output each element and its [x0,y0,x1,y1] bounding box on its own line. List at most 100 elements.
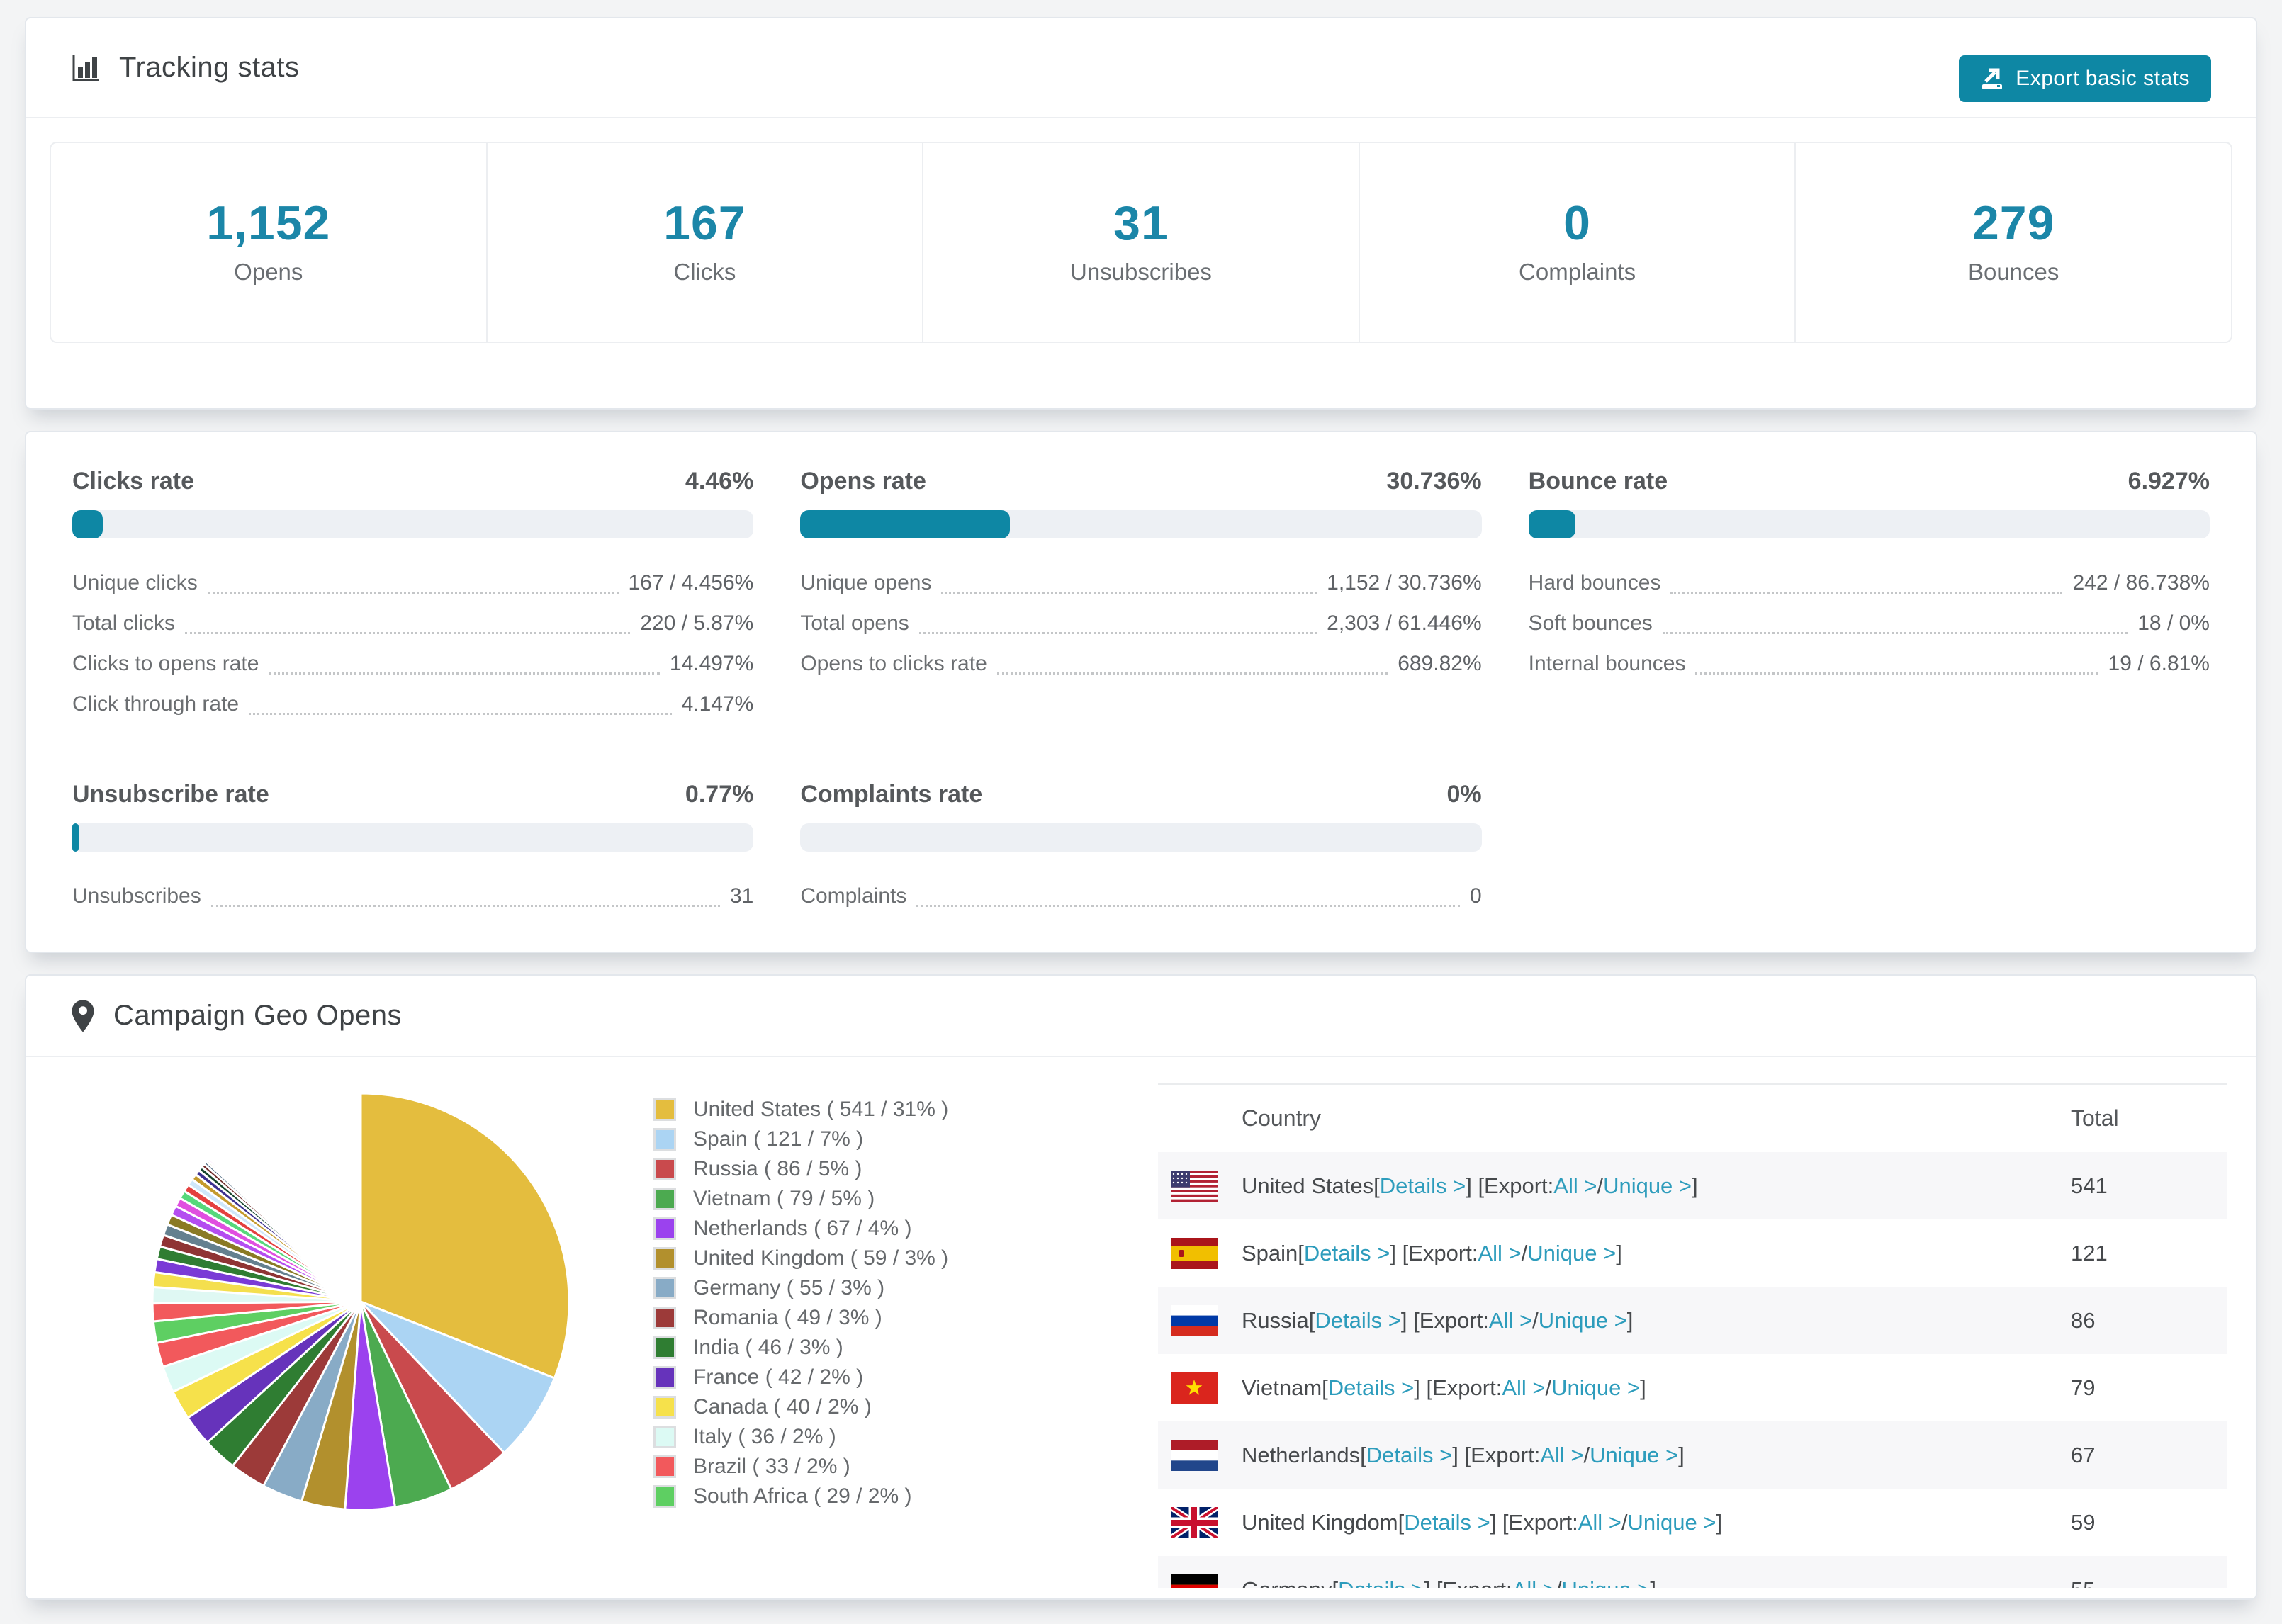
bracket: ] [Export: [1414,1375,1502,1400]
pie-svg [151,1092,570,1511]
export-unique-link[interactable]: Unique > [1551,1375,1640,1401]
legend-swatch-romania [653,1307,676,1329]
export-unique-link[interactable]: Unique > [1527,1241,1616,1266]
details-link[interactable]: Details > [1315,1308,1400,1333]
legend-label: Brazil ( 33 / 2% ) [693,1455,850,1478]
dotted-leader [249,694,672,715]
slash: / [1532,1307,1539,1333]
geo-cell-country: United States [Details >] [Export: All >… [1158,1152,2071,1219]
bracket: [ [1298,1240,1304,1265]
rate-progressbar-fill [1528,510,1576,538]
legend-label: Vietnam ( 79 / 5% ) [693,1187,875,1210]
geo-cell-total: 59 [2071,1509,2096,1535]
legend-swatch-germany [653,1277,676,1299]
geo-row-netherlands: Netherlands [Details >] [Export: All > /… [1158,1421,2227,1489]
legend-label: Russia ( 86 / 5% ) [693,1157,862,1180]
rate-row-value: 18 / 0% [2137,611,2210,635]
geo-cell-country: United Kingdom [Details >] [Export: All … [1158,1489,2071,1556]
tracking-stats-header: Tracking stats Export basic stats [26,18,2256,118]
rate-row-unsubscribes: Unsubscribes 31 [72,876,753,916]
geo-pie-chart [148,1089,573,1514]
details-link[interactable]: Details > [1404,1510,1490,1535]
geo-col-country: Country [1242,1105,1322,1131]
rate-progressbar-fill [72,510,103,538]
rate-row-label: Complaints [800,884,907,908]
legend-label: United Kingdom ( 59 / 3% ) [693,1246,949,1270]
geo-table: Country Total United States [Details >] … [1158,1085,2227,1588]
bracket: [ [1332,1577,1338,1589]
rate-head-opens-rate: Opens rate 30.736% [800,466,1481,496]
rate-block-unsubscribe-rate: Unsubscribe rate 0.77% Unsubscribes 31 [72,779,754,916]
country-name: Spain [1242,1240,1298,1265]
flag-nl-icon [1171,1439,1242,1471]
rate-row-click-through-rate: Click through rate 4.147% [72,684,753,724]
export-all-link[interactable]: All > [1502,1375,1545,1401]
bar-chart-icon [71,53,101,83]
dotted-leader [918,613,1317,634]
flag-ru-icon [1171,1304,1242,1336]
rate-row-label: Click through rate [72,692,240,716]
rate-row-hard-bounces: Hard bounces 242 / 86.738% [1529,563,2210,603]
details-link[interactable]: Details > [1338,1577,1424,1589]
country-cell: United Kingdom [Details >] [Export: All … [1158,1506,2071,1538]
stat-complaints: 0 Complaints [1358,143,1795,342]
rate-value-label: 30.736% [1386,468,1482,495]
export-unique-link[interactable]: Unique > [1628,1510,1716,1535]
export-unique-link[interactable]: Unique > [1603,1173,1692,1199]
export-all-link[interactable]: All > [1578,1510,1621,1535]
legend-item-spain: Spain ( 121 / 7% ) [653,1124,948,1154]
export-all-link[interactable]: All > [1540,1443,1583,1468]
export-all-link[interactable]: All > [1553,1173,1597,1199]
geo-table-wrap: Country Total United States [Details >] … [1158,1083,2227,1588]
export-all-link[interactable]: All > [1478,1241,1521,1266]
rate-row-label: Clicks to opens rate [72,651,259,675]
slash: / [1597,1173,1604,1198]
rate-progressbar [800,823,1482,852]
export-unique-link[interactable]: Unique > [1590,1443,1678,1468]
country-name: Germany [1242,1577,1332,1589]
geo-row-spain: Spain [Details >] [Export: All > / Uniqu… [1158,1219,2227,1287]
rates-grid: Clicks rate 4.46% Unique clicks 167 / 4.456… [72,466,2210,916]
export-icon [1980,67,2004,91]
rate-row-label: Unsubscribes [72,884,201,908]
country-cell: United States [Details >] [Export: All >… [1158,1170,2071,1202]
legend-item-romania: Romania ( 49 / 3% ) [653,1303,948,1333]
legend-item-united-kingdom: United Kingdom ( 59 / 3% ) [653,1244,948,1273]
geo-cell-total: 541 [2071,1173,2108,1198]
bracket: ] [Export: [1452,1442,1541,1467]
country-cell: Spain [Details >] [Export: All > / Uniqu… [1158,1237,2071,1269]
rate-row-complaints: Complaints 0 [800,876,1481,916]
legend-swatch-india [653,1336,676,1359]
bracket: ] [Export: [1400,1307,1489,1333]
bracket: ] [Export: [1424,1577,1512,1589]
legend-item-germany: Germany ( 55 / 3% ) [653,1273,948,1303]
rate-row-unique-opens: Unique opens 1,152 / 30.736% [800,563,1481,603]
export-all-link[interactable]: All > [1489,1308,1532,1333]
rate-title-label: Clicks rate [72,468,194,495]
rate-value-label: 0.77% [685,781,754,808]
dotted-leader [207,573,619,594]
legend-item-russia: Russia ( 86 / 5% ) [653,1154,948,1184]
export-all-link[interactable]: All > [1512,1577,1556,1589]
country-name: United States [1242,1173,1374,1198]
legend-item-italy: Italy ( 36 / 2% ) [653,1422,948,1452]
rate-row-value: 19 / 6.81% [2108,651,2210,675]
details-link[interactable]: Details > [1366,1443,1452,1468]
geo-cell-total: 86 [2071,1307,2096,1333]
details-link[interactable]: Details > [1380,1173,1466,1199]
rate-detail-rows: Hard bounces 242 / 86.738% Soft bounces 18 … [1529,563,2210,684]
rate-block-bounce-rate: Bounce rate 6.927% Hard bounces 242 / 86.73… [1528,466,2210,724]
export-unique-link[interactable]: Unique > [1539,1308,1627,1333]
slash: / [1545,1375,1552,1400]
details-link[interactable]: Details > [1304,1241,1390,1266]
rate-head-complaints-rate: Complaints rate 0% [800,779,1481,809]
flag-es-icon [1171,1237,1242,1269]
bracket: [ [1398,1509,1405,1535]
legend-item-netherlands: Netherlands ( 67 / 4% ) [653,1214,948,1244]
geo-cell-country: Spain [Details >] [Export: All > / Uniqu… [1158,1219,2071,1287]
details-link[interactable]: Details > [1328,1375,1414,1401]
export-basic-stats-button[interactable]: Export basic stats [1959,55,2211,102]
rate-row-unique-clicks: Unique clicks 167 / 4.456% [72,563,753,603]
export-unique-link[interactable]: Unique > [1561,1577,1650,1589]
dotted-leader [1662,613,2128,634]
